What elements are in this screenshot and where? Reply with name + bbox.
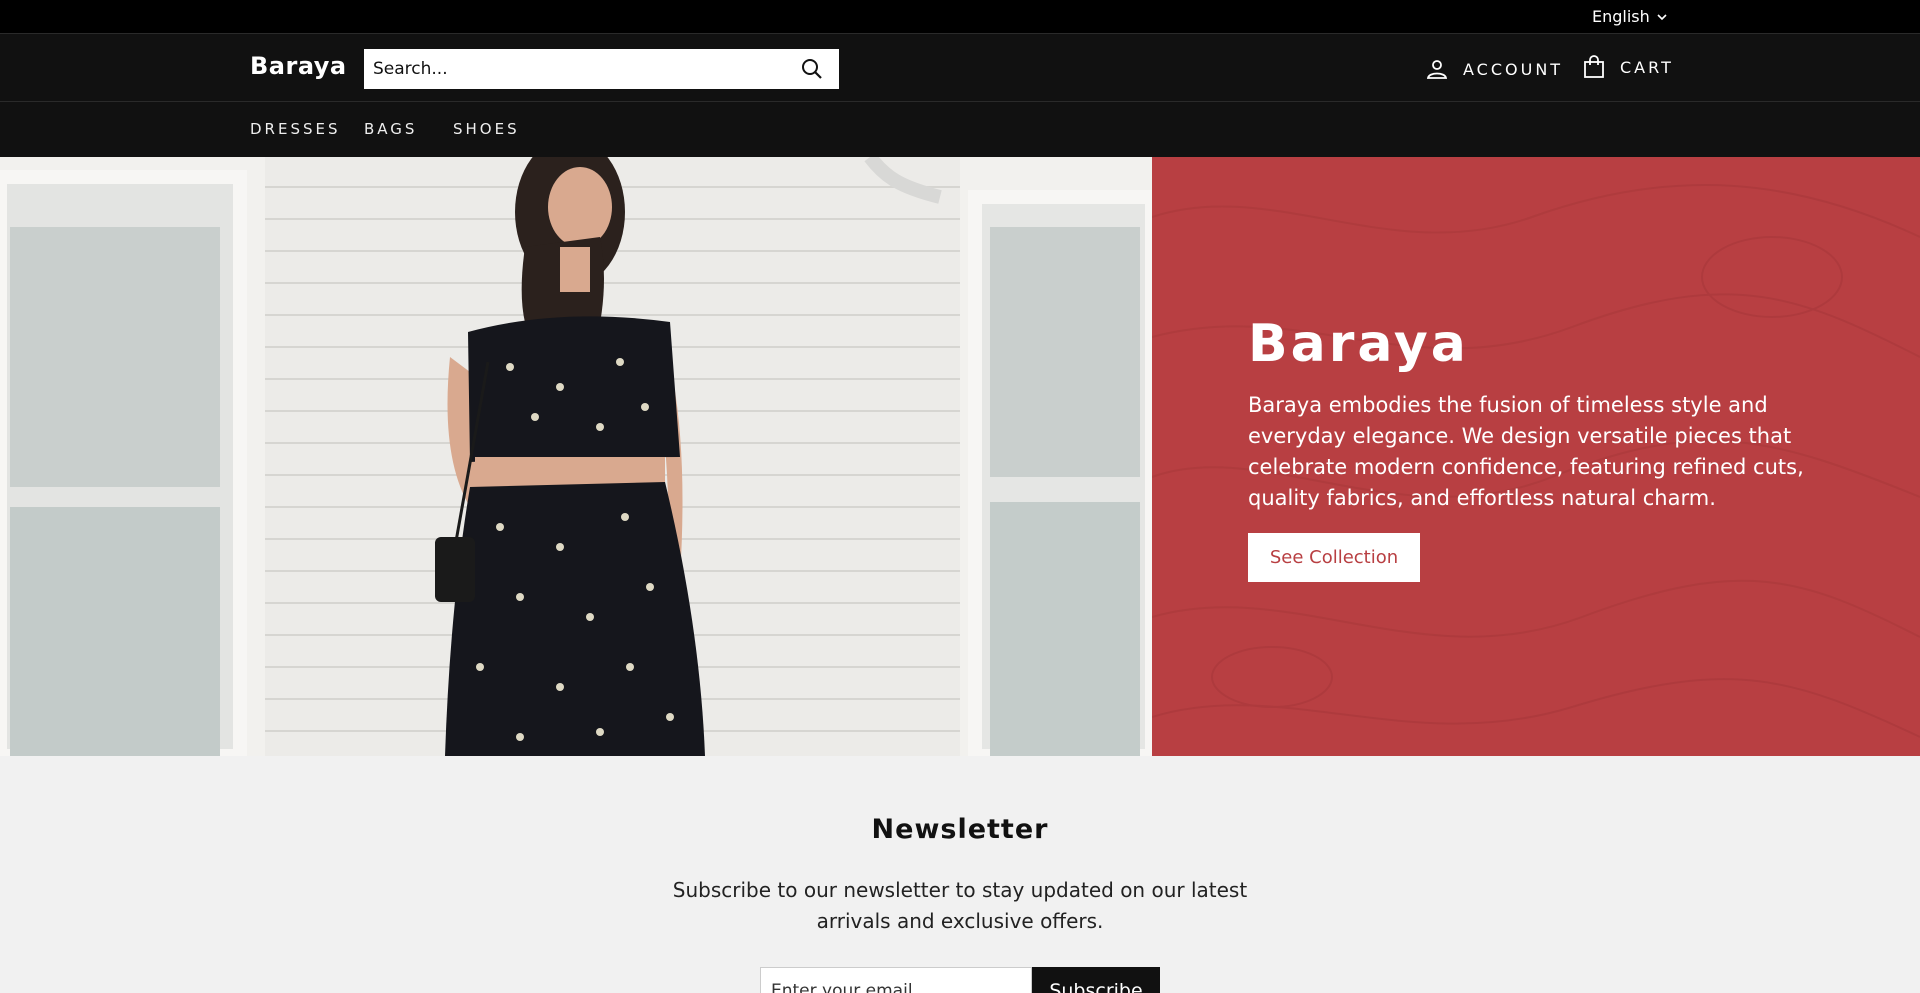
nav-item-dresses[interactable]: DRESSES (250, 120, 341, 138)
language-selector[interactable]: English (1592, 7, 1668, 26)
cart-label: CART (1620, 57, 1674, 77)
email-field[interactable] (760, 967, 1032, 993)
search-bar (364, 49, 839, 89)
site-logo[interactable]: Baraya (250, 52, 347, 80)
hero-text-panel: Baraya Baraya embodies the fusion of tim… (1152, 157, 1920, 756)
top-utility-bar: English (0, 0, 1920, 33)
newsletter-title: Newsletter (871, 814, 1049, 845)
newsletter-description: Subscribe to our newsletter to stay upda… (672, 878, 1248, 933)
account-link[interactable]: ACCOUNT (1425, 57, 1563, 81)
see-collection-button[interactable]: See Collection (1248, 533, 1420, 582)
account-label: ACCOUNT (1463, 59, 1564, 79)
subscribe-button[interactable]: Subscribe (1032, 967, 1160, 993)
chevron-down-icon (1657, 13, 1667, 20)
site-header: Baraya ACCOUNT CART (0, 33, 1920, 102)
nav-item-bags[interactable]: BAGS (364, 120, 417, 138)
hero-title: Baraya (1248, 314, 1469, 374)
hero-photo-illustration (0, 157, 1152, 756)
shopping-bag-icon (1584, 55, 1604, 78)
newsletter-section: Newsletter Subscribe to our newsletter t… (0, 756, 1920, 993)
hero-description: Baraya embodies the fusion of timeless s… (1248, 393, 1804, 510)
hero-section: Baraya Baraya embodies the fusion of tim… (0, 157, 1920, 756)
user-icon (1426, 60, 1448, 79)
newsletter-form: Subscribe (760, 967, 1160, 993)
search-input[interactable] (364, 49, 784, 89)
cart-link[interactable]: CART (1582, 55, 1674, 79)
main-nav: DRESSES BAGS SHOES (0, 102, 1920, 157)
search-icon[interactable] (801, 58, 823, 80)
nav-item-shoes[interactable]: SHOES (453, 120, 520, 138)
language-label: English (1592, 7, 1650, 26)
hero-image (0, 157, 1152, 756)
